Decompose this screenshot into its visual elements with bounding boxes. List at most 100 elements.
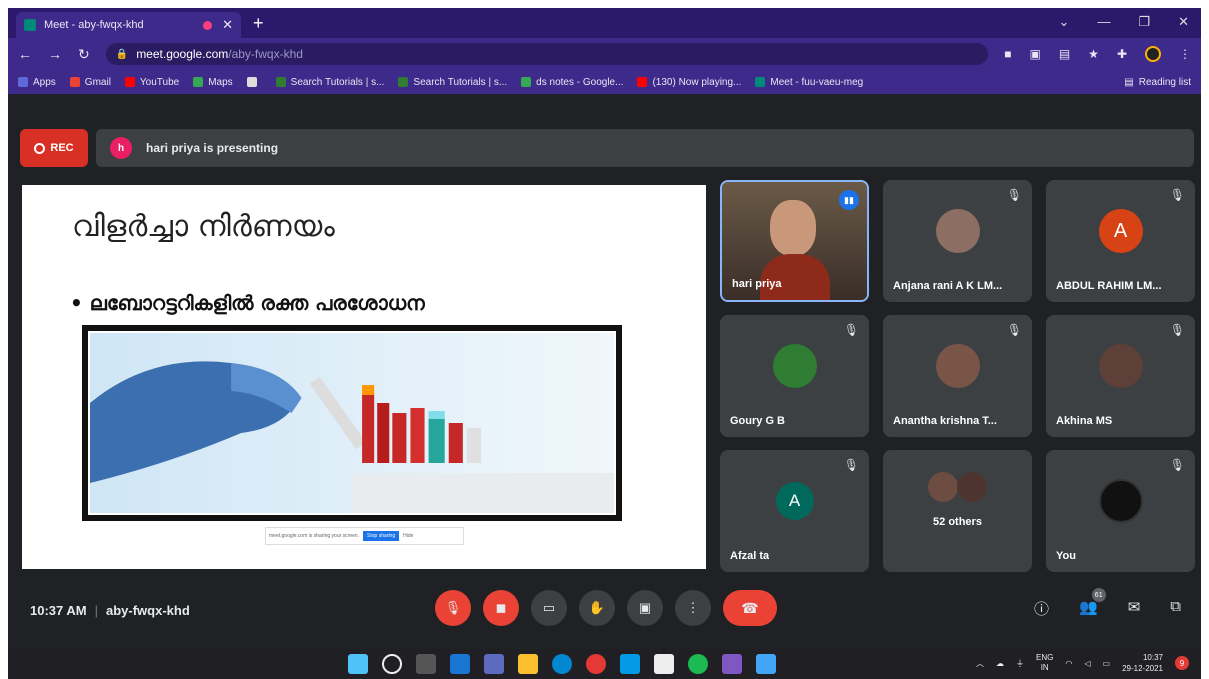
extension-icon[interactable]: ▤ bbox=[1059, 47, 1070, 61]
raise-hand-button[interactable]: ✋ bbox=[579, 590, 615, 626]
participant-tile-self[interactable]: 🎙 You bbox=[1046, 450, 1195, 572]
forward-icon[interactable]: → bbox=[48, 46, 62, 62]
back-icon[interactable]: ← bbox=[18, 46, 32, 62]
bookmark-favicon-icon bbox=[637, 77, 648, 87]
menu-icon[interactable]: ⋮ bbox=[1179, 47, 1191, 61]
extension-icon[interactable]: ▣ bbox=[1029, 47, 1040, 61]
close-window-button[interactable]: ✕ bbox=[1178, 14, 1189, 30]
recording-button[interactable]: REC bbox=[20, 129, 88, 167]
camera-toggle-button[interactable]: ◼ bbox=[483, 590, 519, 626]
bookmark-item[interactable]: Maps bbox=[193, 76, 233, 88]
participant-tile[interactable]: 🎙 Anantha krishna T... bbox=[883, 315, 1032, 437]
clock[interactable]: 10:37 29-12-2021 bbox=[1122, 652, 1163, 674]
teams-chat-icon[interactable] bbox=[484, 654, 504, 674]
close-tab-icon[interactable]: ✕ bbox=[222, 17, 233, 33]
wifi-icon[interactable]: ◠ bbox=[1065, 659, 1072, 668]
participant-tile[interactable]: 🎙 A Afzal ta bbox=[720, 450, 869, 572]
address-bar-row: ← → ↻ 🔒 meet.google.com /aby-fwqx-khd ■ … bbox=[8, 38, 1201, 70]
stop-sharing-button[interactable]: Stop sharing bbox=[363, 531, 400, 541]
activities-button[interactable]: ⧉ bbox=[1170, 598, 1181, 619]
bookmark-item[interactable]: Search Tutorials | s... bbox=[398, 77, 507, 88]
bookmark-item[interactable]: Apps bbox=[18, 77, 56, 88]
participant-tile[interactable]: 🎙 Akhina MS bbox=[1046, 315, 1195, 437]
bookmark-item[interactable]: YouTube bbox=[124, 77, 179, 88]
photos-icon[interactable] bbox=[756, 654, 776, 674]
windows-taskbar: ︿ ☁ ⏚ ENG IN ◠ ◁ ▭ 10:37 29-12-2021 9 bbox=[8, 649, 1201, 679]
bookmark-favicon-icon bbox=[398, 77, 409, 87]
notification-badge[interactable]: 9 bbox=[1175, 656, 1189, 670]
chrome-icon[interactable] bbox=[586, 654, 606, 674]
reading-list-button[interactable]: ▤ Reading list bbox=[1124, 77, 1191, 88]
chevron-up-icon[interactable]: ︿ bbox=[976, 658, 984, 669]
lock-icon: 🔒 bbox=[115, 48, 129, 60]
present-button[interactable]: ▣ bbox=[627, 590, 663, 626]
captions-button[interactable]: ▭ bbox=[531, 590, 567, 626]
hide-button[interactable]: Hide bbox=[403, 533, 413, 539]
participant-tile[interactable]: ▮▮ hari priya bbox=[720, 180, 869, 302]
puzzle-icon[interactable]: ✚ bbox=[1117, 47, 1127, 61]
url-host: meet.google.com bbox=[136, 47, 229, 61]
app-icon[interactable] bbox=[722, 654, 742, 674]
participant-name: hari priya bbox=[732, 278, 782, 290]
bookmark-item[interactable]: Search Tutorials | s... bbox=[275, 77, 384, 88]
bookmark-item[interactable]: (130) Now playing... bbox=[637, 77, 741, 88]
participant-tile-others[interactable]: 52 others bbox=[883, 450, 1032, 572]
url-field[interactable]: 🔒 meet.google.com /aby-fwqx-khd bbox=[105, 43, 989, 65]
camera-icon[interactable]: ■ bbox=[1004, 47, 1011, 61]
taskbar-apps bbox=[348, 654, 776, 674]
spotify-icon[interactable] bbox=[688, 654, 708, 674]
presenting-text: hari priya is presenting bbox=[146, 141, 279, 155]
system-tray: ︿ ☁ ⏚ ENG IN ◠ ◁ ▭ 10:37 29-12-2021 9 bbox=[976, 652, 1189, 674]
participant-avatar bbox=[935, 344, 980, 389]
meet-area: REC h hari priya is presenting വിളർച്ചാ … bbox=[8, 94, 1201, 649]
reading-list-icon: ▤ bbox=[1124, 76, 1134, 88]
bookmark-label: Maps bbox=[208, 76, 233, 88]
participant-tile[interactable]: 🎙 A ABDUL RAHIM LM... bbox=[1046, 180, 1195, 302]
mic-toggle-button[interactable]: 🎙 bbox=[435, 590, 471, 626]
slide-title: വിളർച്ചാ നിർണയം bbox=[72, 209, 335, 244]
bookmark-item[interactable]: ds notes - Google... bbox=[521, 77, 623, 88]
info-icon: ⓘ bbox=[1034, 601, 1050, 618]
mail-icon[interactable] bbox=[620, 654, 640, 674]
start-icon[interactable] bbox=[348, 654, 368, 674]
meeting-code: aby-fwqx-khd bbox=[106, 603, 190, 618]
leave-call-button[interactable]: ☎ bbox=[723, 590, 777, 626]
meeting-info-button[interactable]: ⓘ bbox=[1034, 598, 1049, 619]
browser-tab[interactable]: Meet - aby-fwqx-khd ✕ bbox=[16, 12, 241, 38]
bookmark-favicon-icon bbox=[246, 77, 257, 87]
bookmark-item[interactable] bbox=[246, 77, 262, 87]
new-tab-button[interactable]: + bbox=[253, 13, 264, 34]
more-options-button[interactable]: ⋮ bbox=[675, 590, 711, 626]
bookmark-star-icon[interactable]: ★ bbox=[1088, 47, 1099, 61]
participant-tile[interactable]: 🎙 Goury G B bbox=[720, 315, 869, 437]
reload-icon[interactable]: ↻ bbox=[78, 46, 90, 63]
battery-icon[interactable]: ▭ bbox=[1103, 659, 1111, 668]
minimize-button[interactable]: — bbox=[1097, 14, 1110, 30]
file-explorer-icon[interactable] bbox=[518, 654, 538, 674]
mic-off-icon: 🎙 bbox=[1169, 323, 1185, 337]
people-icon: 👥 bbox=[1079, 599, 1098, 616]
bookmark-label: Gmail bbox=[84, 76, 111, 88]
task-view-icon[interactable] bbox=[416, 654, 436, 674]
bookmark-favicon-icon bbox=[755, 77, 766, 87]
store-icon[interactable] bbox=[654, 654, 674, 674]
widgets-icon[interactable] bbox=[450, 654, 470, 674]
profile-avatar[interactable] bbox=[1145, 46, 1161, 62]
bookmark-label: ds notes - Google... bbox=[536, 76, 624, 88]
chat-button[interactable]: ✉ bbox=[1128, 598, 1141, 619]
mic-off-icon: 🎙 bbox=[843, 458, 859, 472]
participant-tile[interactable]: 🎙 Anjana rani A K LM... bbox=[883, 180, 1032, 302]
search-icon[interactable] bbox=[382, 654, 402, 674]
maximize-button[interactable]: ❐ bbox=[1138, 14, 1150, 30]
bookmark-item[interactable]: Gmail bbox=[69, 76, 111, 88]
tab-title: Meet - aby-fwqx-khd bbox=[44, 19, 144, 31]
tab-search-icon[interactable]: ⌄ bbox=[1059, 14, 1070, 30]
edge-icon[interactable] bbox=[552, 654, 572, 674]
usb-icon[interactable]: ⏚ bbox=[1016, 658, 1024, 669]
cloud-icon[interactable]: ☁ bbox=[996, 659, 1004, 668]
people-button[interactable]: 👥 61 bbox=[1079, 588, 1106, 619]
volume-icon[interactable]: ◁ bbox=[1084, 659, 1090, 668]
hang-up-icon: ☎ bbox=[741, 599, 759, 616]
bookmark-item[interactable]: Meet - fuu-vaeu-meg bbox=[755, 77, 863, 88]
language-indicator[interactable]: ENG IN bbox=[1036, 653, 1053, 673]
